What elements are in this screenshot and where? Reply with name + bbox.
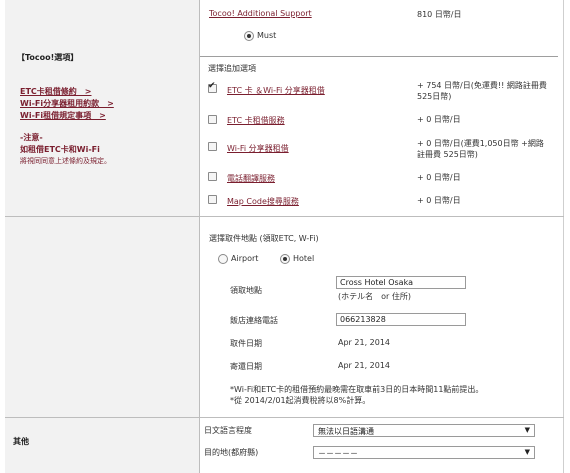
options-header: 選擇追加選項	[208, 64, 256, 73]
option-label[interactable]: ETC 卡 ＆Wi-Fi 分享器租借	[227, 85, 325, 96]
option-checkbox[interactable]	[208, 172, 217, 181]
hotel-radio[interactable]	[280, 254, 290, 264]
option-checkbox[interactable]	[208, 142, 217, 151]
option-checkbox[interactable]	[208, 81, 217, 93]
other-label: 其他	[13, 437, 29, 446]
option-price: + 0 日幣/日	[417, 115, 461, 124]
support-link[interactable]: Tocoo! Additional Support	[209, 9, 312, 18]
chevron-down-icon: ▼	[524, 448, 530, 456]
location-label: 領取地點	[230, 286, 262, 295]
option-label[interactable]: Wi-Fi 分享器租借	[227, 143, 289, 154]
destination-value: －－－－－	[318, 449, 358, 458]
option-price-cont: 註冊費 525日幣)	[417, 150, 478, 159]
destination-label: 目的地(都府縣)	[204, 448, 259, 457]
japanese-level-value: 無法以日語溝通	[318, 427, 374, 436]
phone-label: 飯店連絡電話	[230, 316, 278, 325]
hotel-label: Hotel	[293, 254, 315, 263]
must-radio[interactable]	[244, 31, 254, 41]
option-checkbox[interactable]	[208, 195, 217, 204]
wifi-rules-link[interactable]: Wi-Fi租借規定事項 >	[20, 110, 106, 121]
sidebar-panel-other	[5, 418, 199, 473]
section-title: 【Tocoo!選項】	[17, 53, 79, 62]
support-price: 810 日幣/日	[417, 10, 462, 19]
pickup-date-label: 取件日期	[230, 339, 262, 348]
pickup-header: 選擇取件地點 (領取ETC, W-Fi)	[209, 234, 319, 243]
right-border	[563, 0, 564, 473]
destination-select[interactable]: －－－－－ ▼	[313, 446, 535, 459]
airport-label: Airport	[231, 254, 259, 263]
option-checkbox[interactable]	[208, 115, 217, 124]
location-hint: (ホテル名 or 住所)	[338, 292, 411, 301]
option-price: + 0 日幣/日	[417, 173, 461, 182]
row-divider	[5, 417, 564, 418]
option-price: + 754 日幣/日(免運費!! 網路註冊費	[417, 81, 547, 90]
pickup-note-1: *Wi-Fi和ETC卡的租借預約最晚需在取車前3日的日本時間11點前提出。	[230, 385, 484, 394]
sidebar-panel-pickup	[5, 217, 199, 417]
wifi-terms-link[interactable]: Wi-Fi分享器租用約款 >	[20, 98, 114, 109]
option-label[interactable]: Map Code搜尋服務	[227, 196, 299, 207]
option-price: + 0 日幣/日(運費1,050日幣 +網路	[417, 139, 544, 148]
japanese-level-select[interactable]: 無法以日語溝通 ▼	[313, 424, 535, 437]
pickup-note-2: *從 2014/2/01起消費稅將以8%計算。	[230, 396, 371, 405]
support-divider	[200, 56, 558, 57]
option-label[interactable]: ETC 卡租借服務	[227, 115, 285, 126]
japanese-level-label: 日文語言程度	[204, 426, 252, 435]
option-price: + 0 日幣/日	[417, 196, 461, 205]
column-divider	[199, 0, 200, 473]
note-line-2: 將視同同意上述條約及規定。	[20, 157, 111, 165]
option-label[interactable]: 電話翻譯服務	[227, 173, 275, 184]
pickup-date-value: Apr 21, 2014	[338, 338, 391, 347]
location-input[interactable]: Cross Hotel Osaka	[336, 276, 466, 289]
note-title: -注意-	[20, 133, 43, 142]
option-price-cont: 525日幣)	[417, 92, 452, 101]
must-label: Must	[257, 31, 277, 40]
chevron-down-icon: ▼	[524, 426, 530, 434]
airport-radio[interactable]	[218, 254, 228, 264]
etc-terms-link[interactable]: ETC卡租借條約 >	[20, 86, 92, 97]
phone-input[interactable]: 066213828	[336, 313, 466, 326]
return-date-label: 寄還日期	[230, 362, 262, 371]
row-divider	[5, 216, 564, 217]
return-date-value: Apr 21, 2014	[338, 361, 391, 370]
note-line-1: 如租借ETC卡和Wi-Fi	[20, 145, 100, 154]
